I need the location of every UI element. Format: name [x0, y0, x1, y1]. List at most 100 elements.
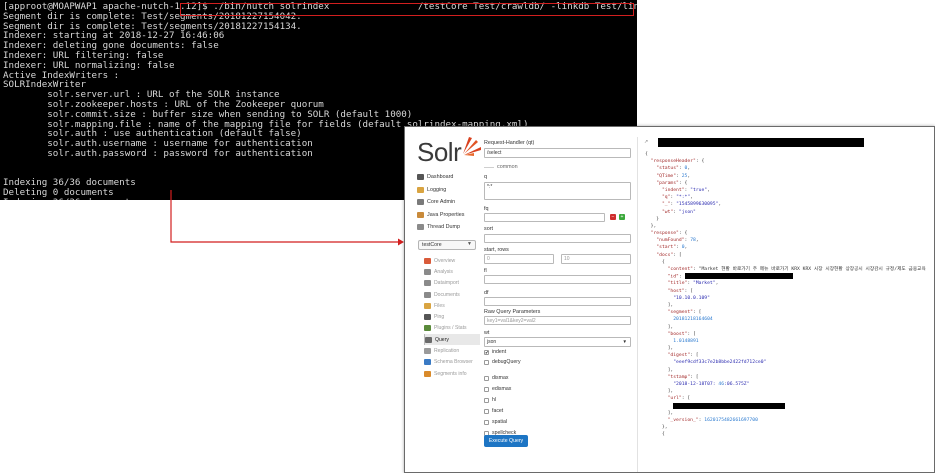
json-line: {: [645, 259, 665, 265]
q-label: q: [484, 174, 487, 180]
json-line: "responseHeader": {: [650, 159, 705, 165]
hl-checkbox[interactable]: hl: [484, 397, 496, 403]
df-label: df: [484, 290, 489, 296]
json-line: "params": {: [656, 180, 688, 186]
json-line: "url": [: [667, 396, 691, 402]
rows-input[interactable]: 10: [561, 254, 631, 264]
redacted-request-url: [658, 138, 864, 147]
nav-item-files[interactable]: Files: [424, 300, 480, 311]
debugquery-checkbox[interactable]: debugQuery: [484, 359, 521, 365]
json-line: 1.0148891: [673, 338, 699, 344]
main-navigation: Dashboard Logging Core Admin Java Propertie…: [417, 171, 479, 234]
checkbox-icon: [484, 408, 489, 414]
spatial-checkbox[interactable]: spatial: [484, 419, 507, 425]
analysis-icon: [424, 268, 431, 275]
nav-item-logging[interactable]: Logging: [417, 184, 479, 197]
request-handler-input[interactable]: /select: [484, 148, 631, 158]
json-line: ],: [645, 302, 674, 308]
checkbox-icon: [484, 359, 489, 365]
df-input[interactable]: [484, 297, 631, 306]
nav-item-plugins-stats[interactable]: Plugins / Stats: [424, 323, 480, 334]
query-icon: [425, 336, 432, 343]
nav-item-dataimport[interactable]: Dataimport: [424, 278, 480, 289]
indent-checkbox[interactable]: ✔ indent: [484, 349, 506, 355]
dismax-label: dismax: [492, 375, 509, 381]
json-line: "content": "Market 현황 바로가기 주 메뉴 바로가기 KRX…: [667, 267, 926, 272]
edismax-checkbox[interactable]: edismax: [484, 386, 511, 392]
nav-item-overview[interactable]: Overview: [424, 255, 480, 266]
solr-logo-text: Solr: [417, 137, 462, 167]
overview-icon: [424, 257, 431, 264]
wt-label: wt: [484, 330, 490, 336]
nav-item-query[interactable]: Query: [424, 334, 480, 346]
json-line: "title": "Market",: [667, 281, 719, 287]
json-line: "segment": [: [667, 310, 702, 316]
nav-item-thread-dump[interactable]: Thread Dump: [417, 221, 479, 234]
dashboard-icon: [417, 174, 424, 181]
start-rows-label: start, rows: [484, 247, 509, 253]
indent-label: indent: [492, 349, 507, 355]
json-line: "_version_": 1620175482661697700: [667, 417, 758, 423]
chevron-down-icon: ▼: [467, 241, 472, 247]
start-input[interactable]: 0: [484, 254, 554, 264]
nav-item-label: Overview: [434, 257, 456, 264]
core-selector[interactable]: testCore ▼: [418, 240, 476, 250]
json-line: "q": "*:*",: [661, 195, 694, 201]
sort-input[interactable]: [484, 234, 631, 243]
fq-input[interactable]: [484, 213, 605, 222]
nav-item-segments-info[interactable]: Segments info: [424, 368, 480, 379]
request-handler-label: Request-Handler (qt): [484, 140, 535, 146]
nav-item-java-properties[interactable]: Java Properties: [417, 209, 479, 222]
nav-item-schema-browser[interactable]: Schema Browser: [424, 357, 480, 368]
json-line: },: [645, 223, 657, 229]
dismax-checkbox[interactable]: dismax: [484, 375, 508, 381]
fl-input[interactable]: [484, 275, 631, 284]
nav-item-documents[interactable]: Documents: [424, 289, 480, 300]
nav-item-label: Schema Browser: [434, 359, 473, 366]
json-line: ],: [645, 367, 674, 373]
checkbox-icon: [484, 419, 489, 425]
dataimport-icon: [424, 280, 431, 287]
execute-query-button[interactable]: Execute Query: [484, 435, 528, 447]
q-input[interactable]: *:*: [484, 182, 631, 200]
plugins-icon: [424, 325, 431, 332]
nav-item-replication[interactable]: Replication: [424, 345, 480, 356]
raw-query-input[interactable]: key1=val1&key2=val2: [484, 316, 631, 325]
add-fq-icon[interactable]: +: [619, 214, 625, 220]
solr-sun-icon: [463, 137, 481, 156]
json-response: { "responseHeader": { "status": 0, "QTim…: [645, 151, 934, 439]
json-line: "start": 0,: [656, 245, 688, 251]
common-section-label: common: [497, 164, 518, 170]
thread-dump-icon: [417, 224, 424, 231]
solr-sidebar: Solr Dashboard Logging Core Admin Java Prop…: [405, 127, 481, 472]
nav-item-label: Analysis: [434, 268, 453, 275]
nav-item-dashboard[interactable]: Dashboard: [417, 171, 479, 184]
java-properties-icon: [417, 211, 424, 218]
json-line: }: [645, 216, 660, 222]
link-icon[interactable]: ↗: [644, 139, 648, 145]
json-line: "digest": [: [667, 353, 699, 359]
nav-item-ping[interactable]: Ping: [424, 311, 480, 322]
nav-item-label: Core Admin: [427, 199, 456, 206]
nav-item-label: Query: [435, 336, 449, 343]
json-line: "wt": "json": [661, 209, 696, 215]
segments-info-icon: [424, 370, 431, 377]
chevron-down-icon: ▼: [622, 339, 627, 344]
core-selector-value: testCore: [422, 242, 442, 248]
json-line: [645, 402, 934, 410]
results-panel: ↗ { "responseHeader": { "status": 0, "QT…: [637, 137, 934, 472]
json-line: "10.10.0.109": [673, 295, 710, 301]
solr-admin-window: Solr Dashboard Logging Core Admin Java Prop…: [404, 126, 935, 473]
wt-select[interactable]: json ▼: [484, 337, 631, 347]
nav-item-core-admin[interactable]: Core Admin: [417, 196, 479, 209]
checkbox-icon: [484, 375, 489, 381]
json-line: "indent": "true",: [661, 187, 710, 193]
json-line: "docs": [: [656, 252, 682, 258]
json-line: {: [645, 432, 665, 438]
remove-fq-icon[interactable]: −: [610, 214, 616, 220]
terminal-line: Active IndexWriters :: [3, 69, 120, 81]
nav-item-analysis[interactable]: Analysis: [424, 266, 480, 277]
facet-checkbox[interactable]: facet: [484, 408, 503, 414]
json-line: "2018-12-18T07: 46:06.575Z": [673, 382, 750, 387]
json-line: "response": {: [650, 231, 688, 237]
